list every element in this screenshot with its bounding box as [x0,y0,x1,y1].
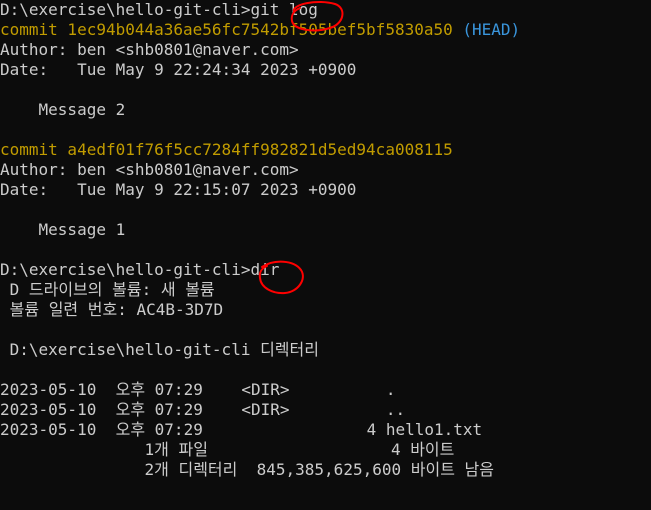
prompt-dir: D:\exercise\hello-git-cli>dir [0,260,280,279]
date-line-2: Date: Tue May 9 22:15:07 2023 +0900 [0,180,357,199]
directory-heading: D:\exercise\hello-git-cli 디렉터리 [0,340,319,359]
commit-hash-1: commit 1ec94b044a36ae56fc7542bf505bef5bf… [0,20,463,39]
dir-entry-parent: 2023-05-10 오후 07:29 <DIR> .. [0,400,406,419]
dir-count-summary: 2개 디렉터리 845,385,625,600 바이트 남음 [0,460,494,479]
date-line-1: Date: Tue May 9 22:24:34 2023 +0900 [0,60,357,79]
commit-message-2: Message 1 [0,220,126,239]
volume-label-line: D 드라이브의 볼륨: 새 볼륨 [0,280,215,299]
file-entry-hello1: 2023-05-10 오후 07:29 4 hello1.txt [0,420,483,439]
prompt-git-log: D:\exercise\hello-git-cli>git log [0,0,318,19]
commit-hash-2: commit a4edf01f76f5cc7284ff982821d5ed94c… [0,140,453,159]
terminal-window[interactable]: D:\exercise\hello-git-cli>git log commit… [0,0,651,510]
dir-entry-current: 2023-05-10 오후 07:29 <DIR> . [0,380,396,399]
commit-line-1: commit 1ec94b044a36ae56fc7542bf505bef5bf… [0,20,520,40]
file-count-summary: 1개 파일 4 바이트 [0,440,455,459]
volume-serial-line: 볼륨 일련 번호: AC4B-3D7D [0,300,224,319]
commit-message-1: Message 2 [0,100,126,119]
head-ref-label: (HEAD) [462,20,521,39]
author-line-2: Author: ben <shb0801@naver.com> [0,160,299,179]
author-line-1: Author: ben <shb0801@naver.com> [0,40,299,59]
